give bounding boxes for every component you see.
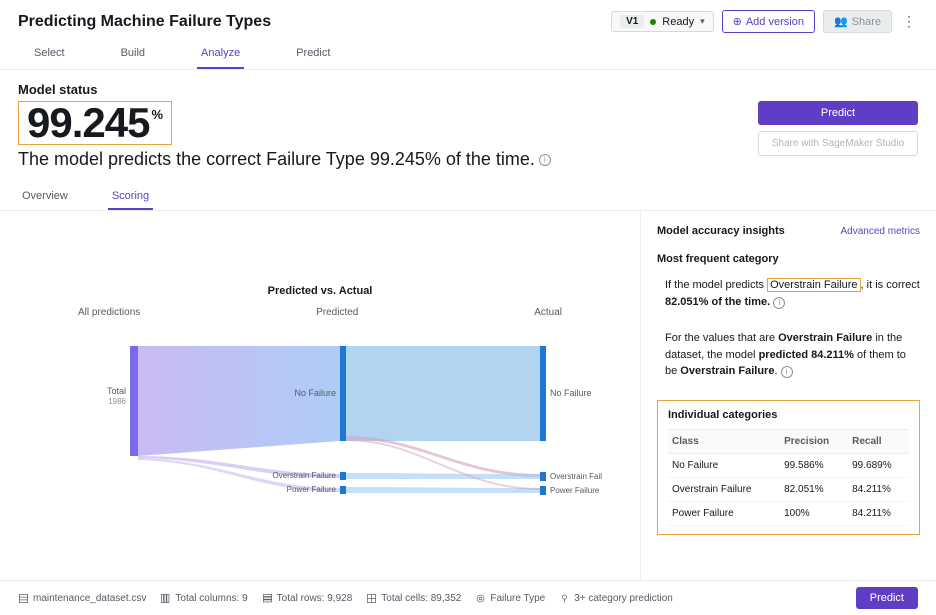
footer-bar: maintenance_dataset.csv Total columns: 9…: [0, 581, 936, 615]
tab-predict[interactable]: Predict: [292, 39, 334, 69]
advanced-metrics-link[interactable]: Advanced metrics: [841, 226, 920, 237]
col-precision: Precision: [780, 429, 848, 453]
subtab-overview[interactable]: Overview: [18, 184, 72, 210]
accuracy-number: 99.245: [27, 102, 149, 144]
add-version-label: Add version: [746, 16, 804, 28]
accuracy-description: The model predicts the correct Failure T…: [18, 149, 551, 170]
recall-insight: For the values that are Overstrain Failu…: [657, 330, 920, 380]
individual-categories-title: Individual categories: [668, 409, 909, 421]
insights-panel: Model accuracy insights Advanced metrics…: [640, 211, 936, 580]
pin-icon: [559, 593, 570, 604]
cell-recall: 84.211%: [848, 501, 909, 525]
columns-icon: [160, 593, 171, 604]
subtab-scoring[interactable]: Scoring: [108, 184, 153, 210]
cell-recall: 84.211%: [848, 477, 909, 501]
share-label: Share: [852, 16, 881, 28]
share-button: 👥 Share: [823, 10, 892, 33]
tab-analyze[interactable]: Analyze: [197, 39, 244, 69]
svg-text:Total: Total: [107, 386, 126, 396]
share-studio-button: Share with SageMaker Studio: [758, 131, 918, 156]
rows-icon: [262, 593, 273, 604]
tab-select[interactable]: Select: [30, 39, 69, 69]
chart-title: Predicted vs. Actual: [18, 285, 622, 297]
most-frequent-category-label: Most frequent category: [657, 253, 920, 265]
predict-button[interactable]: Predict: [758, 101, 918, 125]
svg-text:No Failure: No Failure: [550, 388, 592, 398]
col-recall: Recall: [848, 429, 909, 453]
footer-type: 3+ category prediction: [559, 593, 673, 604]
sankey-chart[interactable]: Total 1986 No Failure Overstrain Failure…: [18, 336, 622, 516]
footer-cols: Total columns: 9: [160, 593, 247, 604]
svg-text:Power Failure: Power Failure: [550, 486, 600, 495]
svg-text:Overstrain Fail: Overstrain Fail: [550, 472, 602, 481]
accuracy-percent-symbol: %: [151, 108, 163, 121]
svg-text:No Failure: No Failure: [294, 388, 336, 398]
footer-target: Failure Type: [475, 593, 545, 604]
page-title: Predicting Machine Failure Types: [18, 13, 271, 31]
col-class: Class: [668, 429, 780, 453]
cell-precision: 100%: [780, 501, 848, 525]
version-badge: V1: [620, 15, 644, 28]
cell-precision: 99.586%: [780, 453, 848, 477]
grid-icon: [366, 593, 377, 604]
insights-title: Model accuracy insights: [657, 225, 785, 237]
svg-text:Overstrain Failure: Overstrain Failure: [272, 471, 336, 480]
highlighted-category: Overstrain Failure: [767, 278, 860, 292]
main-tabs: Select Build Analyze Predict: [0, 39, 936, 70]
precision-insight: If the model predicts Overstrain Failure…: [657, 277, 920, 310]
plus-icon: ⊕: [733, 15, 742, 28]
accuracy-value-box: 99.245 %: [18, 101, 172, 145]
cell-precision: 82.051%: [780, 477, 848, 501]
col-header-predicted: Predicted: [316, 307, 358, 318]
cell-recall: 99.689%: [848, 453, 909, 477]
model-status-label: Model status: [18, 82, 918, 97]
footer-predict-button[interactable]: Predict: [856, 587, 918, 609]
version-selector[interactable]: V1 Ready ▾: [611, 11, 714, 32]
target-icon: [475, 593, 486, 604]
footer-rows: Total rows: 9,928: [262, 593, 353, 604]
sub-tabs: Overview Scoring: [0, 184, 936, 211]
info-icon[interactable]: i: [773, 297, 785, 309]
svg-text:1986: 1986: [108, 397, 126, 406]
info-icon[interactable]: i: [781, 366, 793, 378]
table-row[interactable]: No Failure 99.586% 99.689%: [668, 453, 909, 477]
more-menu-button[interactable]: ⋮: [900, 13, 918, 30]
table-row[interactable]: Power Failure 100% 84.211%: [668, 501, 909, 525]
status-dot-icon: [650, 19, 656, 25]
categories-table: Class Precision Recall No Failure 99.586…: [668, 429, 909, 526]
accuracy-description-text: The model predicts the correct Failure T…: [18, 149, 535, 170]
col-header-all: All predictions: [78, 307, 140, 318]
individual-categories-box: Individual categories Class Precision Re…: [657, 400, 920, 535]
cell-class: Overstrain Failure: [668, 477, 780, 501]
status-text: Ready: [662, 16, 694, 28]
add-version-button[interactable]: ⊕ Add version: [722, 10, 815, 33]
table-row[interactable]: Overstrain Failure 82.051% 84.211%: [668, 477, 909, 501]
cell-class: No Failure: [668, 453, 780, 477]
cell-class: Power Failure: [668, 501, 780, 525]
file-icon: [18, 593, 29, 604]
col-header-actual: Actual: [534, 307, 562, 318]
footer-file: maintenance_dataset.csv: [18, 593, 146, 604]
chart-panel: Predicted vs. Actual All predictions Pre…: [0, 211, 640, 580]
share-icon: 👥: [834, 15, 848, 28]
footer-cells: Total cells: 89,352: [366, 593, 461, 604]
svg-text:Power Failure: Power Failure: [287, 485, 337, 494]
tab-build[interactable]: Build: [117, 39, 149, 69]
chevron-down-icon: ▾: [700, 16, 705, 27]
info-icon[interactable]: i: [539, 154, 551, 166]
